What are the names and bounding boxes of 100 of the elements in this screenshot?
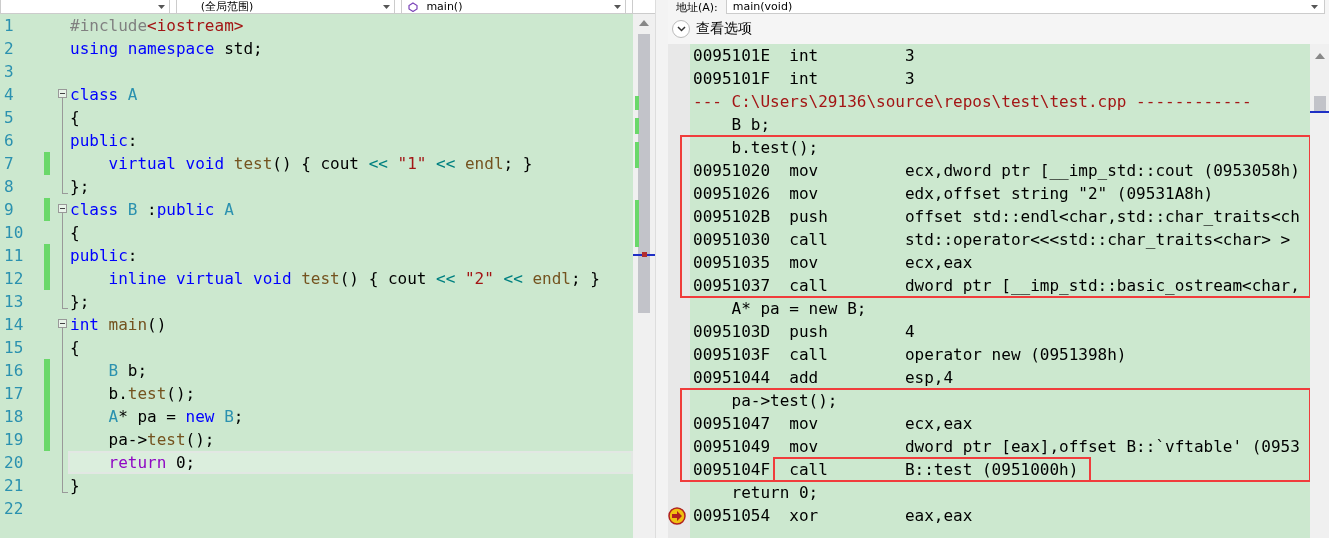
instruction-address: 00951047 <box>693 413 772 435</box>
line-number: 14 <box>3 314 25 336</box>
line-number: 22 <box>3 498 25 520</box>
view-options-toggle[interactable] <box>672 20 690 38</box>
instruction-operand: dword ptr [eax],offset B::`vftable' (0953 <box>904 436 1300 458</box>
member-dropdown[interactable]: main() <box>401 0 627 14</box>
line-number: 18 <box>3 406 25 428</box>
instruction-address: 0095103F <box>693 344 772 366</box>
instruction-address: 00951026 <box>693 183 772 205</box>
field-value: main(void) <box>732 0 793 13</box>
change-mark <box>635 142 639 168</box>
code-line: public: <box>69 130 139 152</box>
code-line: }; <box>69 291 91 313</box>
scope-dropdown[interactable]: (全局范围) <box>175 0 396 14</box>
line-number: 21 <box>3 475 25 497</box>
instruction-address: 00951049 <box>693 436 772 458</box>
line-number: 17 <box>3 383 25 405</box>
code-line: b.test(); <box>107 383 197 405</box>
instruction-opcode: call <box>789 229 829 251</box>
change-mark <box>635 96 639 110</box>
position-marker <box>1310 111 1329 113</box>
scrollbar[interactable] <box>633 14 655 538</box>
address-field[interactable]: main(void) <box>725 0 1325 14</box>
dropdown-value: main() <box>426 0 463 14</box>
instruction-opcode: call <box>789 344 829 366</box>
instruction-operand: 3 <box>904 68 915 90</box>
code-line: class B :public A <box>69 199 235 221</box>
line-number: 11 <box>3 245 25 267</box>
source-line: A* pa = new B; <box>730 298 867 320</box>
instruction-address: 00951030 <box>693 229 772 251</box>
instruction-opcode: add <box>789 367 820 389</box>
line-number: 19 <box>3 429 25 451</box>
code-line: } <box>69 475 81 497</box>
line-number: 6 <box>3 130 15 152</box>
instruction-operand: offset std::endl<char,std::char_traits<ch <box>904 206 1300 228</box>
instruction-address: 0095104F <box>693 459 772 481</box>
code-line: virtual void test() { cout << "1" << endl; } <box>107 153 534 175</box>
scroll-up-icon[interactable] <box>639 20 649 26</box>
instruction-address: 00951044 <box>693 367 772 389</box>
code-line: }; <box>69 176 91 198</box>
line-number: 13 <box>3 291 25 313</box>
line-number: 9 <box>3 199 15 221</box>
instruction-address: 00951037 <box>693 275 772 297</box>
instruction-opcode: xor <box>789 505 820 527</box>
line-number: 3 <box>3 61 15 83</box>
code-line: pa->test(); <box>107 429 216 451</box>
instruction-opcode: int <box>789 68 820 90</box>
code-line: using namespace std; <box>69 38 264 60</box>
instruction-operand: 3 <box>904 45 915 67</box>
instruction-address: 0095103D <box>693 321 772 343</box>
instruction-opcode: call <box>789 459 829 481</box>
instruction-opcode: push <box>789 321 829 343</box>
code-line: class A <box>69 84 139 106</box>
instruction-operand: std::operator<<<std::char_traits<char> > <box>904 229 1291 251</box>
collapse-icon[interactable] <box>58 319 67 328</box>
line-number: 5 <box>3 107 15 129</box>
caret-icon <box>614 4 622 9</box>
instruction-opcode: mov <box>789 413 820 435</box>
code-line: inline virtual void test() { cout << "2" << endl; } <box>107 268 601 290</box>
source-line: pa->test(); <box>730 390 838 412</box>
line-number: 8 <box>3 176 15 198</box>
instruction-address: 00951035 <box>693 252 772 274</box>
instruction-operand: esp,4 <box>904 367 954 389</box>
instruction-opcode: int <box>789 45 820 67</box>
instruction-address: 0095101E <box>693 45 772 67</box>
code-line: public: <box>69 245 139 267</box>
line-number: 7 <box>3 153 15 175</box>
scroll-up-icon[interactable] <box>1315 53 1325 59</box>
instruction-operand: operator new (0951398h) <box>904 344 1127 366</box>
instruction-operand: edx,offset string "2" (09531A8h) <box>904 183 1214 205</box>
dropdown-value: (全局范围) <box>200 0 254 14</box>
line-number: 2 <box>3 38 15 60</box>
instruction-opcode: mov <box>789 183 820 205</box>
code-line: B b; <box>107 360 149 382</box>
line-number: 20 <box>3 452 25 474</box>
collapse-icon[interactable] <box>58 204 67 213</box>
scope-dropdown[interactable] <box>0 0 170 14</box>
scrollbar-thumb[interactable] <box>1314 96 1326 112</box>
line-number: 10 <box>3 222 25 244</box>
instruction-opcode: mov <box>789 252 820 274</box>
scrollbar-thumb[interactable] <box>638 34 650 313</box>
caret-icon <box>383 4 391 9</box>
line-number: 12 <box>3 268 25 290</box>
scrollbar[interactable] <box>1310 44 1329 538</box>
code-line: #include<iostream> <box>69 15 245 37</box>
instruction-opcode: call <box>789 275 829 297</box>
change-mark <box>635 200 639 247</box>
instruction-operand: 4 <box>904 321 915 343</box>
caret-icon <box>1311 4 1318 9</box>
instruction-address: 0095102B <box>693 206 772 228</box>
instruction-operand: dword ptr [__imp_std::basic_ostream<char, <box>904 275 1300 297</box>
instruction-address: 00951020 <box>693 160 772 182</box>
instruction-operand: eax,eax <box>904 505 973 527</box>
change-mark <box>635 118 639 134</box>
collapse-icon[interactable] <box>58 89 67 98</box>
instruction-operand: ecx,eax <box>904 413 973 435</box>
instruction-opcode: mov <box>789 160 820 182</box>
line-number: 16 <box>3 360 25 382</box>
instruction-operand: ecx,dword ptr [__imp_std::cout (0953058h) <box>904 160 1300 182</box>
instruction-opcode: push <box>789 206 829 228</box>
